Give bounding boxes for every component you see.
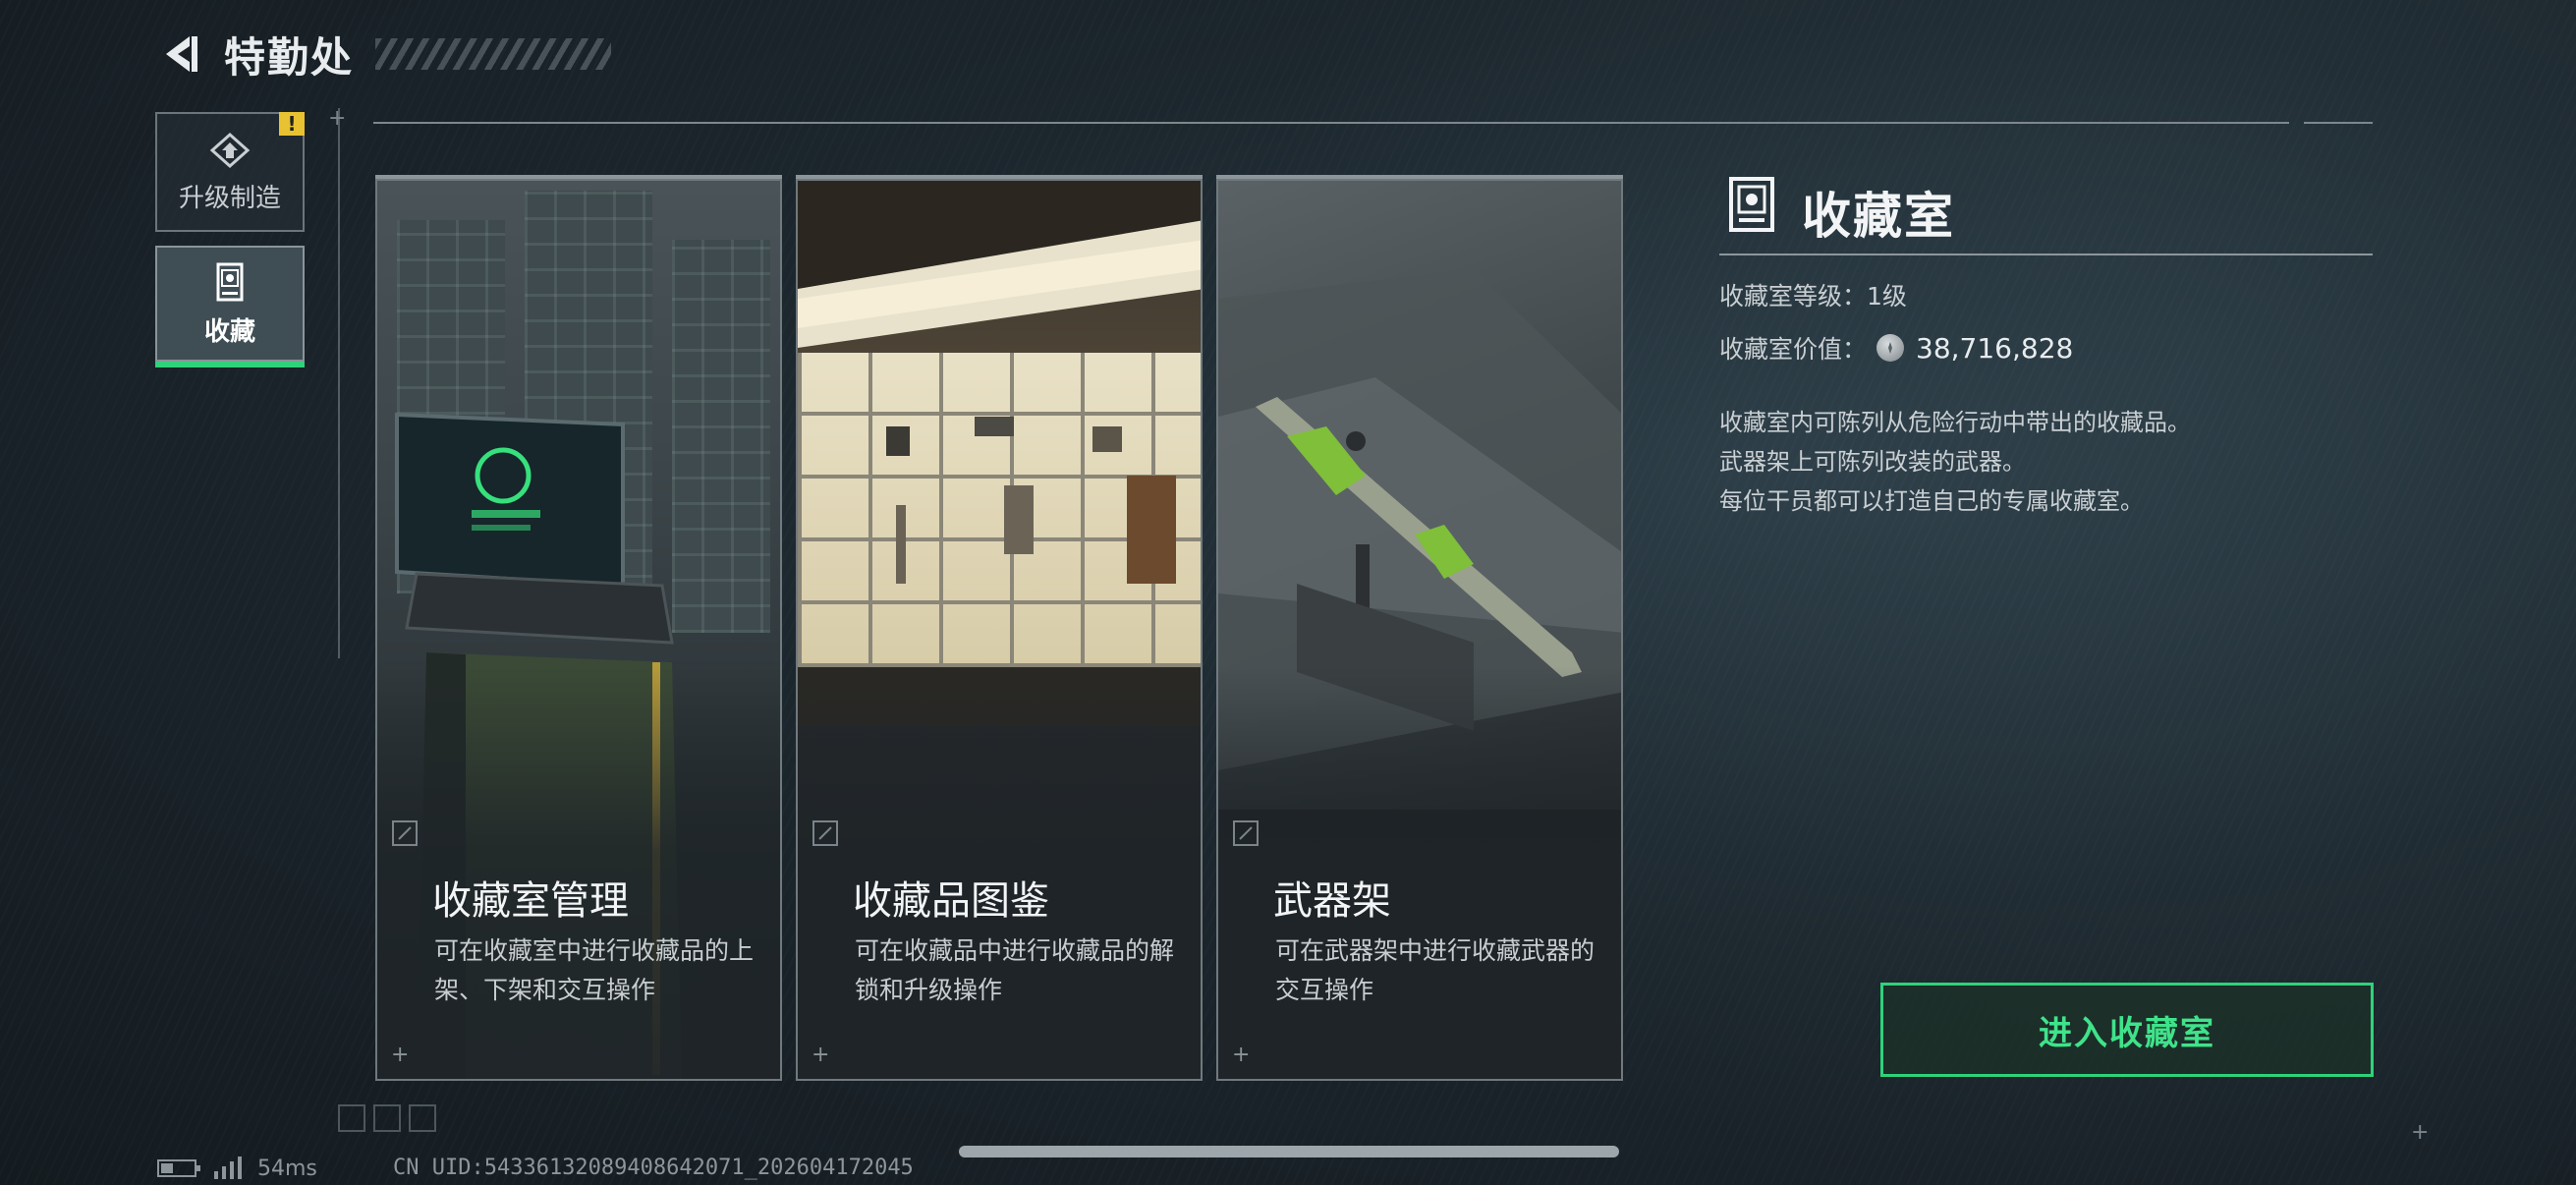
upgrade-icon [209,132,251,168]
title-stripe-decoration [375,38,612,70]
crosshair-decoration: + [2411,1120,2430,1145]
bottom-decoration [338,1104,436,1132]
signal-icon [214,1157,242,1179]
card-collection-management[interactable]: 收藏室管理 可在收藏室中进行收藏品的上架、下架和交互操作 + [375,179,782,1081]
collection-level: 收藏室等级：1级 [1719,282,1907,310]
warning-badge: ! [279,112,305,136]
collection-value-row: 收藏室价值： 38,716,828 [1719,330,2073,366]
desc-line: 收藏室内可陈列从危险行动中带出的收藏品。 [1719,409,2191,436]
card-title: 收藏室管理 [432,878,629,924]
desc-line: 武器架上可陈列改装的武器。 [1719,448,2026,476]
plus-decoration: + [812,1043,830,1067]
panel-divider [1719,254,2373,255]
card-title: 武器架 [1273,878,1391,924]
expand-icon [1233,820,1259,846]
enter-collection-button[interactable]: 进入收藏室 [1880,983,2374,1077]
ping-text: 54ms [257,1156,317,1181]
horizontal-scrollbar[interactable] [959,1146,1619,1157]
desc-line: 每位干员都可以打造自己的专属收藏室。 [1719,487,2144,515]
status-bar: 54ms [157,1156,317,1181]
collection-value: 38,716,828 [1916,331,2074,365]
card-description: 可在收藏品中进行收藏品的解锁和升级操作 [855,936,1175,1004]
tab-label: 收藏 [203,316,255,347]
collection-icon [216,262,244,301]
crosshair-decoration: + [328,106,347,131]
card-description: 可在武器架中进行收藏武器的交互操作 [1275,936,1596,1004]
panel-title: 收藏室 [1802,188,1955,245]
expand-icon [392,820,418,846]
value-label: 收藏室价值： [1719,335,1868,364]
coin-icon [1876,334,1905,362]
header: 特勤处 [157,28,612,82]
card-title: 收藏品图鉴 [853,878,1049,924]
top-divider [373,122,2289,124]
card-weapon-rack[interactable]: 武器架 可在武器架中进行收藏武器的交互操作 + [1216,179,1623,1081]
expand-icon [812,820,838,846]
panel-description: 收藏室内可陈列从危险行动中带出的收藏品。 武器架上可陈列改装的武器。 每位干员都… [1719,403,2191,521]
back-button[interactable] [157,31,202,77]
card-collection-catalog[interactable]: 收藏品图鉴 可在收藏品中进行收藏品的解锁和升级操作 + [796,179,1203,1081]
uid-text: CN UID:5433613208940864207​1_20260417204… [393,1156,914,1180]
tab-collection[interactable]: 收藏 [155,246,305,367]
tab-label: 升级制造 [178,183,281,213]
plus-decoration: + [1232,1043,1251,1067]
plus-decoration: + [391,1043,410,1067]
side-divider [338,108,340,658]
battery-icon [157,1159,200,1177]
page-title: 特勤处 [224,32,355,82]
card-description: 可在收藏室中进行收藏品的上架、下架和交互操作 [434,936,755,1004]
top-divider-right [2304,122,2373,124]
back-arrow-icon [166,36,197,72]
selected-indicator [155,362,305,367]
collection-room-icon [1729,177,1774,232]
